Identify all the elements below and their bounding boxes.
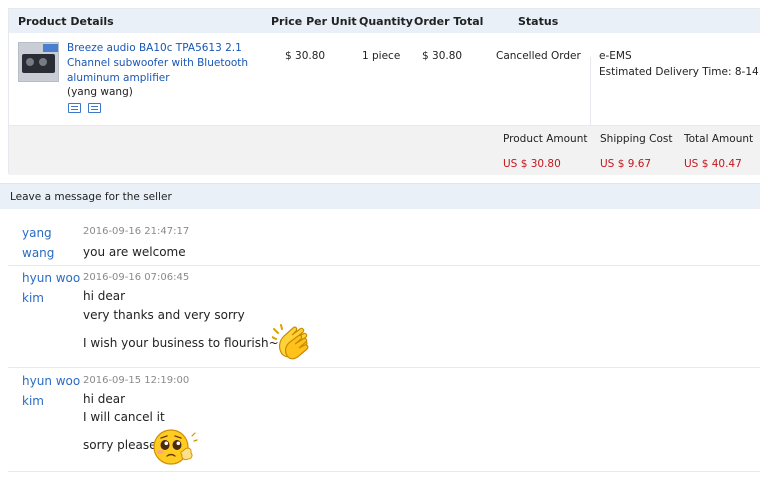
- price-per-unit-value: $ 30.80: [285, 50, 326, 62]
- order-total-value: $ 30.80: [422, 50, 463, 62]
- detail-card-icon[interactable]: [88, 103, 101, 113]
- message-text: I will cancel it: [83, 410, 165, 424]
- buyer-name: (yang wang): [67, 86, 133, 98]
- sender-name-first: hyun woo: [22, 271, 81, 285]
- clapping-hands-icon: [272, 324, 309, 360]
- header-quantity: Quantity: [359, 15, 413, 28]
- pleading-face-icon: [153, 429, 198, 465]
- order-status: Cancelled Order: [496, 50, 581, 62]
- product-amount-value: US $ 30.80: [503, 158, 561, 170]
- sender-name-last: kim: [22, 394, 44, 408]
- shipping-cost-label: Shipping Cost: [600, 133, 673, 145]
- sender-name-last: wang: [22, 246, 55, 260]
- leave-message-title: Leave a message for the seller: [10, 191, 172, 203]
- message-text: you are welcome: [83, 245, 186, 259]
- message-text: sorry please: [83, 438, 157, 452]
- total-amount-value: US $ 40.47: [684, 158, 742, 170]
- leave-message-bar[interactable]: Leave a message for the seller: [0, 183, 760, 209]
- message-item: yang wang 2016-09-16 21:47:17 you are we…: [8, 216, 760, 266]
- header-price-per-unit: Price Per Unit: [271, 15, 357, 28]
- amplifier-knob: [39, 58, 47, 66]
- order-table-header: Product Details Price Per Unit Quantity …: [9, 9, 760, 33]
- product-title-link[interactable]: Breeze audio BA10c TPA5613 2.1 Channel s…: [67, 41, 263, 86]
- order-totals-row: Product Amount US $ 30.80 Shipping Cost …: [9, 125, 760, 175]
- order-details-panel: Product Details Price Per Unit Quantity …: [8, 8, 760, 175]
- product-thumbnail[interactable]: [18, 42, 59, 82]
- message-item: hyun woo kim 2016-09-15 12:19:00 hi dear…: [8, 368, 760, 472]
- shipping-cost-value: US $ 9.67: [600, 158, 652, 170]
- header-order-total: Order Total: [414, 15, 484, 28]
- message-item: hyun woo kim 2016-09-16 07:06:45 hi dear…: [8, 266, 760, 368]
- message-timestamp: 2016-09-15 12:19:00: [83, 375, 190, 386]
- snapshot-icon[interactable]: [68, 103, 81, 113]
- message-text: very thanks and very sorry: [83, 308, 245, 322]
- header-product-details: Product Details: [18, 15, 114, 28]
- sender-name-first: hyun woo: [22, 374, 81, 388]
- message-text: hi dear: [83, 392, 126, 406]
- product-amount-label: Product Amount: [503, 133, 588, 145]
- message-text: I wish your business to flourish~: [83, 336, 279, 350]
- message-timestamp: 2016-09-16 21:47:17: [83, 226, 190, 237]
- sender-name-first: yang: [22, 226, 52, 240]
- header-status: Status: [518, 15, 559, 28]
- message-timestamp: 2016-09-16 07:06:45: [83, 272, 190, 283]
- total-amount-label: Total Amount: [684, 133, 754, 145]
- sender-name-last: kim: [22, 291, 44, 305]
- thumbnail-badge: [43, 44, 58, 52]
- estimated-delivery-time: Estimated Delivery Time: 8-14 Days: [599, 66, 760, 78]
- product-row: Breeze audio BA10c TPA5613 2.1 Channel s…: [9, 33, 760, 149]
- quantity-value: 1 piece: [362, 50, 401, 62]
- shipping-method: e-EMS: [599, 50, 632, 62]
- message-text: hi dear: [83, 289, 126, 303]
- amplifier-knob: [26, 58, 34, 66]
